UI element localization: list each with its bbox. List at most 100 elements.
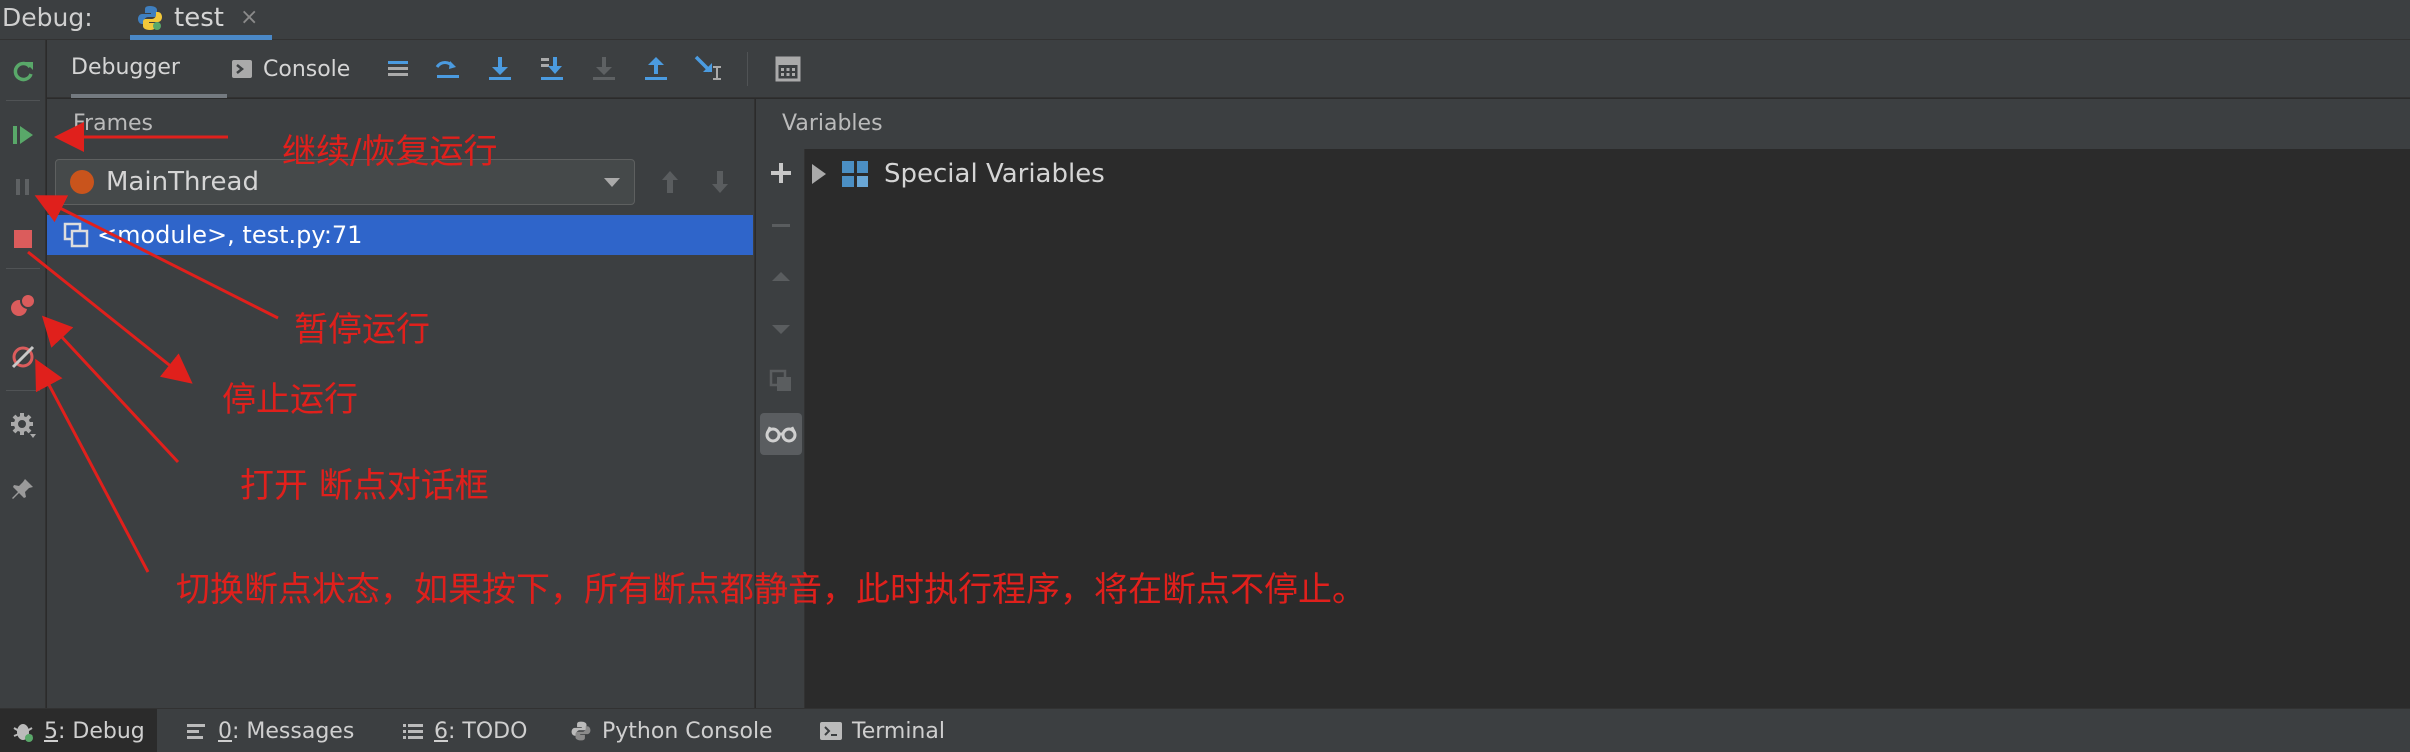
stop-icon	[14, 230, 32, 248]
annotation-breakpoints: 打开 断点对话框	[240, 466, 489, 506]
evaluate-expression-button[interactable]	[773, 54, 803, 84]
python-console-label: Python Console	[602, 718, 773, 744]
annotation-stop: 停止运行	[222, 380, 358, 420]
debug-tool-window: Debug: test × Debugger Console Frames Ma…	[0, 0, 2410, 752]
previous-frame-button[interactable]	[659, 169, 681, 201]
tab-debugger[interactable]: Debugger	[71, 40, 227, 98]
run-to-cursor-button[interactable]	[693, 54, 723, 84]
debug-label: : Debug	[58, 718, 145, 744]
pin-icon	[12, 479, 33, 499]
rerun-icon	[13, 61, 33, 82]
frame-list-item[interactable]: <module>, test.py:71	[47, 215, 753, 255]
glasses-icon	[765, 426, 797, 443]
step-over-button[interactable]	[485, 54, 515, 84]
debug-side-toolbar	[0, 40, 46, 708]
chevron-down-icon	[604, 178, 620, 187]
show-execution-point-icon	[435, 61, 459, 78]
special-variables-icon	[842, 161, 868, 187]
minus-icon	[772, 224, 790, 227]
list-icon	[388, 61, 408, 76]
expand-triangle-icon[interactable]	[812, 164, 826, 184]
frames-panel: Frames MainThread <module>, test.py:71	[47, 99, 755, 708]
messages-label: : Messages	[232, 718, 355, 744]
rerun-button[interactable]	[4, 52, 42, 90]
stop-button[interactable]	[4, 220, 42, 258]
console-icon	[232, 60, 252, 78]
step-out-button[interactable]	[641, 54, 671, 84]
mute-breakpoints-button[interactable]	[4, 338, 42, 376]
tool-window-python-console[interactable]: Python Console	[570, 709, 773, 752]
pin-tab-button[interactable]	[4, 470, 42, 508]
resume-icon	[13, 126, 33, 144]
debug-label: Debug:	[2, 3, 93, 32]
variables-panel: Variables Special Variables	[756, 99, 2410, 708]
tab-label: test	[174, 2, 224, 33]
triangle-up-icon	[772, 272, 790, 281]
tool-window-debug[interactable]: 5: Debug	[0, 709, 157, 752]
variables-toolbar	[756, 99, 805, 708]
separator	[6, 100, 40, 101]
debug-title-bar: Debug: test ×	[0, 0, 2410, 40]
view-breakpoints-button[interactable]	[4, 286, 42, 324]
terminal-icon	[820, 720, 842, 742]
debug-session-tab[interactable]: test ×	[130, 0, 272, 40]
thread-status-icon	[70, 170, 94, 194]
debugger-toolbar: Debugger Console	[47, 40, 2410, 98]
step-out-icon	[645, 57, 667, 80]
breakpoints-icon	[11, 293, 36, 316]
close-icon[interactable]: ×	[240, 5, 258, 30]
triangle-down-icon	[772, 325, 790, 334]
step-into-my-code-button[interactable]	[537, 54, 567, 84]
remove-watch-button[interactable]	[765, 209, 797, 241]
new-watch-button[interactable]	[765, 157, 797, 189]
move-watch-up-button[interactable]	[765, 261, 797, 293]
separator	[6, 390, 40, 391]
pause-program-button[interactable]	[4, 168, 42, 206]
copy-icon	[769, 369, 791, 391]
separator	[6, 268, 40, 269]
plus-icon	[771, 163, 791, 183]
threads-menu-button[interactable]	[383, 54, 413, 84]
todo-label: : TODO	[448, 718, 528, 744]
mute-breakpoints-icon	[11, 345, 35, 369]
move-watch-down-button[interactable]	[765, 313, 797, 345]
variables-header-bar	[756, 99, 2410, 149]
tab-console[interactable]: Console	[231, 40, 350, 98]
force-step-into-button[interactable]	[589, 54, 619, 84]
messages-icon	[186, 720, 208, 742]
todo-list-icon	[402, 720, 424, 742]
tool-window-terminal[interactable]: Terminal	[820, 709, 945, 752]
frame-label: <module>, test.py:71	[97, 221, 363, 249]
bug-icon	[12, 720, 34, 742]
step-into-my-code-icon	[541, 57, 563, 80]
annotation-mute: 切换断点状态，如果按下，所有断点都静音，此时执行程序，将在断点不停止。	[176, 570, 1366, 610]
tool-window-messages[interactable]: 0: Messages	[186, 709, 354, 752]
variables-header: Variables	[782, 111, 883, 136]
arrow-up-icon	[662, 171, 678, 193]
settings-button[interactable]	[4, 406, 42, 444]
stack-frame-icon	[63, 222, 89, 248]
calculator-icon	[775, 56, 801, 82]
force-step-into-icon	[593, 57, 615, 80]
thread-dropdown-value: MainThread	[106, 167, 259, 197]
messages-shortcut: 0	[218, 718, 232, 744]
show-execution-point-button[interactable]	[433, 54, 463, 84]
run-to-cursor-icon	[694, 55, 721, 80]
tool-window-bar: 5: Debug 0: Messages 6: TODO Python Cons…	[0, 708, 2410, 752]
variable-tree-item[interactable]: Special Variables	[812, 159, 1105, 189]
tool-window-todo[interactable]: 6: TODO	[402, 709, 527, 752]
frames-header: Frames	[73, 111, 154, 136]
next-frame-button[interactable]	[709, 169, 731, 201]
todo-shortcut: 6	[434, 718, 448, 744]
tab-console-label: Console	[263, 56, 351, 82]
terminal-label: Terminal	[852, 718, 945, 744]
step-into-icon	[489, 57, 511, 80]
show-watches-toggle[interactable]	[760, 413, 802, 455]
resume-program-button[interactable]	[4, 116, 42, 154]
copy-watch-button[interactable]	[765, 365, 797, 397]
annotation-pause: 暂停运行	[294, 310, 430, 350]
pause-icon	[16, 179, 29, 195]
variable-name: Special Variables	[884, 159, 1105, 189]
tab-debugger-label: Debugger	[71, 54, 180, 80]
python-icon	[136, 4, 164, 32]
